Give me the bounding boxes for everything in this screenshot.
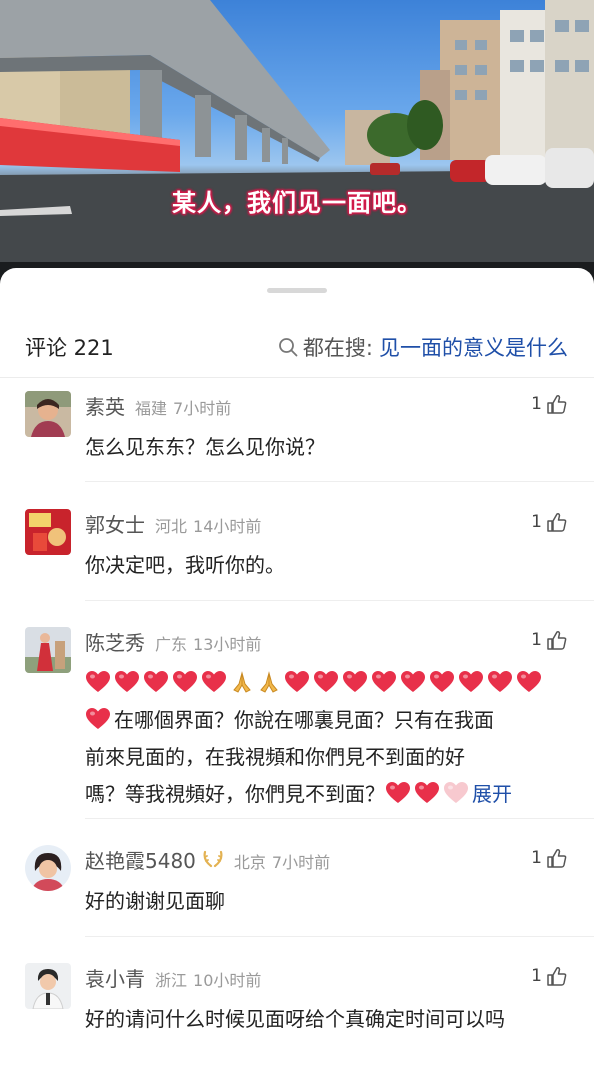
like-count: 1	[531, 512, 542, 532]
thumbs-up-icon	[547, 966, 567, 986]
drag-handle[interactable]	[267, 288, 327, 293]
search-icon	[279, 338, 298, 357]
like-button[interactable]: 1	[531, 629, 568, 651]
red-heart-emoji	[86, 671, 110, 692]
comment-region: 福建	[135, 399, 168, 418]
thumbs-up-icon	[547, 394, 567, 414]
road-scene-image	[0, 0, 594, 300]
video-subtitle: 某人，我们见一面吧。	[172, 189, 422, 217]
comment-author[interactable]: 郭女士	[85, 509, 145, 538]
comment-region: 广东	[155, 635, 188, 654]
emoji-line	[85, 665, 570, 702]
comments-count-title: 评论 221	[25, 336, 114, 360]
comment-author-row: 袁小青 浙江 10小时前	[85, 963, 261, 992]
laurel-badge-icon	[203, 850, 223, 868]
like-button[interactable]: 1	[531, 965, 568, 987]
comment-text-line: 嗎？等我視頻好，你們見不到面？	[85, 782, 385, 806]
red-heart-emoji	[430, 671, 454, 692]
red-heart-emoji	[372, 671, 396, 692]
comment-sheet: 评论 221 都在搜: 见一面的意义是什么 素英 福建 7小时前 1 怎么见东东…	[0, 268, 594, 1080]
red-heart-emoji	[202, 671, 226, 692]
comment-author-row: 陈芝秀 广东 13小时前	[85, 627, 261, 656]
red-heart-emoji	[488, 671, 512, 692]
expand-link[interactable]: 展开	[472, 782, 512, 806]
comment-region: 河北	[155, 517, 188, 536]
like-count: 1	[531, 394, 542, 414]
comment-text: 在哪個界面？你說在哪裏見面？只有在我面 前來見面的，在我視頻和你們見不到面的好 …	[85, 665, 570, 813]
comment-author-row: 素英 福建 7小时前	[85, 391, 231, 420]
avatar[interactable]	[25, 845, 71, 891]
comment-text-line: 在哪個界面？你說在哪裏見面？只有在我面	[114, 708, 494, 732]
comment-time: 7小时前	[271, 853, 331, 872]
red-heart-emoji	[144, 671, 168, 692]
like-button[interactable]: 1	[531, 393, 568, 415]
thumbs-up-icon	[547, 630, 567, 650]
comment-region: 浙江	[155, 971, 188, 990]
comment-author-row: 赵艳霞5480 北京 7小时前	[85, 845, 330, 874]
search-keyword[interactable]: 见一面的意义是什么	[379, 332, 568, 362]
thumbs-up-icon	[547, 512, 567, 532]
comment-time: 14小时前	[193, 517, 262, 536]
comment-text: 怎么见东东？怎么见你说？	[85, 435, 325, 459]
red-heart-emoji	[285, 671, 309, 692]
comment-region: 北京	[233, 853, 266, 872]
thumbs-up-icon	[547, 848, 567, 868]
comment-divider	[85, 481, 594, 482]
red-heart-emoji	[314, 671, 338, 692]
like-count: 1	[531, 630, 542, 650]
red-heart-emoji	[401, 671, 425, 692]
comment-author[interactable]: 袁小青	[85, 963, 145, 992]
comment-author[interactable]: 素英	[85, 391, 125, 420]
comment-author[interactable]: 陈芝秀	[85, 627, 145, 656]
avatar[interactable]	[25, 509, 71, 555]
red-heart-emoji	[86, 708, 110, 729]
red-heart-emoji	[415, 782, 439, 803]
like-count: 1	[531, 848, 542, 868]
red-heart-emoji	[459, 671, 483, 692]
comment-divider	[85, 818, 594, 819]
comment-divider	[85, 600, 594, 601]
avatar[interactable]	[25, 391, 71, 437]
comment-time: 7小时前	[173, 399, 232, 418]
search-label: 都在搜:	[302, 336, 373, 360]
red-heart-emoji	[115, 671, 139, 692]
red-heart-emoji	[444, 782, 468, 803]
like-button[interactable]: 1	[531, 847, 568, 869]
comment-text: 好的请问什么时候见面呀给个真确定时间可以吗	[85, 1007, 505, 1031]
comment-author-row: 郭女士 河北 14小时前	[85, 509, 261, 538]
like-count: 1	[531, 966, 542, 986]
comments-header: 评论 221 都在搜: 见一面的意义是什么	[0, 318, 594, 378]
avatar[interactable]	[25, 963, 71, 1009]
folded-hands-emoji	[260, 671, 278, 693]
red-heart-emoji	[173, 671, 197, 692]
red-heart-emoji	[517, 671, 541, 692]
red-heart-emoji	[343, 671, 367, 692]
video-player[interactable]: 某人，我们见一面吧。	[0, 0, 594, 300]
trending-search-link[interactable]: 都在搜: 见一面的意义是什么	[278, 332, 568, 362]
avatar[interactable]	[25, 627, 71, 673]
comment-divider	[85, 936, 594, 937]
comment-time: 13小时前	[193, 635, 262, 654]
comment-author[interactable]: 赵艳霞5480	[85, 845, 196, 874]
red-heart-emoji	[386, 782, 410, 803]
folded-hands-emoji	[233, 671, 251, 693]
like-button[interactable]: 1	[531, 511, 568, 533]
comment-text: 你决定吧，我听你的。	[85, 553, 285, 577]
comment-text: 好的谢谢见面聊	[85, 889, 225, 913]
comment-time: 10小时前	[193, 971, 262, 990]
comment-text-line: 前來見面的，在我視頻和你們見不到面的好	[85, 745, 465, 769]
